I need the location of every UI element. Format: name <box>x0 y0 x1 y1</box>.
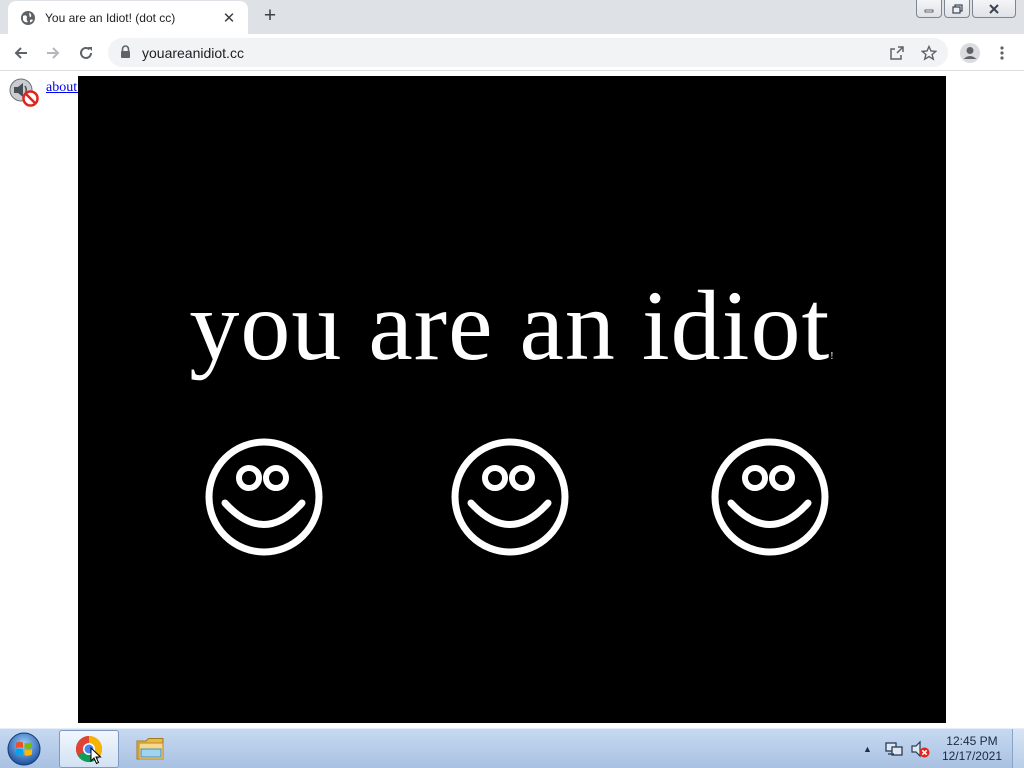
maximize-button[interactable] <box>944 0 970 18</box>
taskbar-explorer-button[interactable] <box>121 730 181 768</box>
show-desktop-button[interactable] <box>1012 729 1024 768</box>
browser-toolbar: youareanidiot.cc <box>0 34 1024 71</box>
flash-stage[interactable]: you are an idiot! <box>78 76 946 723</box>
kebab-menu-icon <box>1000 46 1004 60</box>
forward-button[interactable] <box>40 40 66 66</box>
close-icon <box>989 3 999 14</box>
url-text[interactable]: youareanidiot.cc <box>142 45 244 61</box>
smiley-face-icon <box>205 438 323 556</box>
tab-title: You are an Idiot! (dot cc) <box>45 10 176 25</box>
clock-date: 12/17/2021 <box>941 749 1002 763</box>
star-icon <box>921 45 937 61</box>
taskbar: ▲ 12:45 PM 12/17/2021 <box>0 728 1024 768</box>
smiley-face-icon <box>451 438 569 556</box>
back-button[interactable] <box>8 40 34 66</box>
mouse-cursor-icon <box>90 747 102 765</box>
volume-muted-icon[interactable] <box>910 739 930 759</box>
reload-button[interactable] <box>73 40 99 66</box>
window-controls <box>916 0 1016 18</box>
minimize-icon <box>924 9 934 12</box>
headline-mark: ! <box>830 351 835 362</box>
muted-speaker-icon[interactable] <box>8 78 40 108</box>
headline-words: you are an idiot <box>189 270 831 381</box>
file-explorer-icon <box>136 738 164 760</box>
share-button[interactable] <box>888 44 906 62</box>
profile-icon <box>960 43 980 63</box>
chrome-menu-button[interactable] <box>989 40 1015 66</box>
tab-strip: You are an Idiot! (dot cc) ✕ + <box>0 0 1024 34</box>
reload-icon <box>80 46 92 59</box>
windows-start-icon[interactable] <box>6 731 42 767</box>
profile-button[interactable] <box>957 40 983 66</box>
system-clock[interactable]: 12:45 PM 12/17/2021 <box>942 734 1002 764</box>
address-bar[interactable]: youareanidiot.cc <box>108 38 948 67</box>
taskbar-chrome-button[interactable] <box>59 730 119 768</box>
clock-time: 12:45 PM <box>946 734 998 748</box>
minimize-button[interactable] <box>916 0 942 18</box>
globe-icon <box>21 10 35 25</box>
forward-arrow-icon <box>47 47 60 59</box>
tab-active[interactable]: You are an Idiot! (dot cc) ✕ <box>8 1 248 34</box>
lock-icon[interactable] <box>120 45 131 59</box>
new-tab-button[interactable]: + <box>258 5 282 28</box>
tab-close-icon[interactable]: ✕ <box>220 9 238 27</box>
back-arrow-icon <box>14 47 27 59</box>
bookmark-button[interactable] <box>920 44 938 62</box>
system-tray: ▲ 12:45 PM 12/17/2021 <box>863 729 1024 768</box>
network-icon[interactable] <box>884 739 904 759</box>
headline-text: you are an idiot! <box>78 268 946 383</box>
restore-icon <box>951 3 963 14</box>
share-icon <box>890 46 904 60</box>
show-hidden-icons-button[interactable]: ▲ <box>863 744 872 754</box>
close-window-button[interactable] <box>972 0 1016 18</box>
page-viewport: about:blank you are an idiot! <box>0 72 1024 728</box>
smiley-face-icon <box>711 438 829 556</box>
